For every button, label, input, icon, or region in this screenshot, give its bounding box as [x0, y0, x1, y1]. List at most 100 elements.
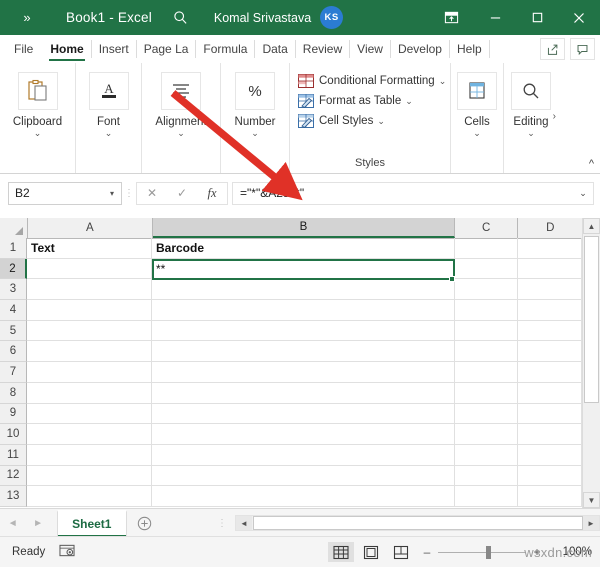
cell-b13[interactable] — [152, 486, 455, 507]
tab-data[interactable]: Data — [255, 35, 294, 63]
record-macro-button[interactable] — [59, 543, 75, 561]
column-header-a[interactable]: A — [27, 218, 153, 238]
page-layout-view-button[interactable] — [358, 542, 384, 562]
cancel-formula-button[interactable]: ✕ — [137, 186, 167, 200]
maximize-button[interactable] — [516, 0, 558, 35]
formula-bar-grip[interactable]: ⋮ — [122, 188, 136, 198]
cell-b8[interactable] — [152, 382, 455, 404]
cell-d12[interactable] — [518, 465, 582, 487]
cell-d11[interactable] — [518, 444, 582, 466]
chevron-down-icon[interactable]: ⌄ — [405, 96, 413, 107]
horizontal-scrollbar-thumb[interactable] — [253, 516, 583, 530]
zoom-out-button[interactable]: – — [418, 545, 436, 559]
quick-access-overflow-button[interactable]: » — [0, 0, 54, 35]
confirm-formula-button[interactable]: ✓ — [167, 186, 197, 200]
row-header-13[interactable]: 13 — [0, 486, 27, 507]
chevron-down-icon[interactable]: ⌄ — [251, 129, 259, 138]
avatar[interactable]: KS — [320, 6, 344, 29]
cell-c2[interactable] — [455, 258, 518, 280]
horizontal-scrollbar[interactable]: ◄ ► — [235, 515, 600, 531]
column-header-c[interactable]: C — [454, 218, 519, 238]
cell-d6[interactable] — [518, 341, 582, 363]
cells-button[interactable] — [457, 72, 497, 110]
tab-page-layout[interactable]: Page La — [137, 35, 196, 63]
cell-c1[interactable] — [455, 238, 518, 259]
cell-b12[interactable] — [152, 465, 455, 487]
tab-home[interactable]: Home — [43, 35, 90, 63]
page-break-view-button[interactable] — [388, 542, 414, 562]
cell-d3[interactable] — [518, 279, 582, 301]
comments-button[interactable] — [570, 38, 595, 60]
cell-b11[interactable] — [152, 444, 455, 466]
collapse-ribbon-button[interactable]: ^ — [589, 158, 594, 170]
row-header-11[interactable]: 11 — [0, 444, 27, 466]
row-header-8[interactable]: 8 — [0, 382, 27, 404]
cell-a2[interactable] — [27, 258, 152, 280]
ribbon-group-cells[interactable]: Cells ⌄ — [450, 63, 503, 173]
cell-d4[interactable] — [518, 300, 582, 321]
chevron-down-icon[interactable]: ⌄ — [439, 76, 447, 87]
editing-button[interactable] — [511, 72, 551, 110]
minimize-button[interactable] — [474, 0, 516, 35]
tab-insert[interactable]: Insert — [92, 35, 136, 63]
format-as-table-button[interactable]: Format as Table ⌄ — [298, 91, 413, 111]
cell-c4[interactable] — [455, 300, 518, 321]
cell-c12[interactable] — [455, 465, 518, 487]
row-header-5[interactable]: 5 — [0, 320, 27, 342]
row-header-4[interactable]: 4 — [0, 300, 27, 321]
font-button[interactable]: A — [88, 72, 129, 110]
scroll-down-button[interactable]: ▼ — [583, 492, 600, 508]
expand-formula-bar-button[interactable]: ⌄ — [573, 188, 593, 199]
scroll-up-button[interactable]: ▲ — [583, 218, 600, 234]
fill-handle[interactable] — [449, 275, 455, 282]
ribbon-group-font[interactable]: A Font ⌄ — [75, 63, 141, 173]
formula-input[interactable]: ="*"&A2&"*" ⌄ — [232, 181, 594, 205]
vertical-scrollbar-thumb[interactable] — [584, 236, 599, 403]
cell-c8[interactable] — [455, 382, 518, 404]
cell-a1[interactable]: Text — [27, 238, 152, 259]
tab-formulas[interactable]: Formula — [196, 35, 254, 63]
row-header-7[interactable]: 7 — [0, 362, 27, 383]
zoom-slider-thumb[interactable] — [486, 545, 491, 559]
cell-a10[interactable] — [27, 424, 152, 445]
cell-c11[interactable] — [455, 444, 518, 466]
cell-d1[interactable] — [518, 238, 582, 259]
chevron-down-icon[interactable]: ⌄ — [527, 129, 535, 138]
row-header-9[interactable]: 9 — [0, 403, 27, 425]
cell-a13[interactable] — [27, 486, 152, 507]
account-name[interactable]: Komal Srivastava — [214, 11, 311, 25]
cell-a3[interactable] — [27, 279, 152, 301]
column-header-d[interactable]: D — [518, 218, 583, 238]
cell-c7[interactable] — [455, 362, 518, 383]
sheet-bar-grip[interactable]: ⋮ — [217, 518, 227, 528]
vertical-scrollbar[interactable]: ▲ ▼ — [582, 218, 600, 508]
cell-b5[interactable] — [152, 320, 455, 342]
cell-c5[interactable] — [455, 320, 518, 342]
cell-b9[interactable] — [152, 403, 455, 425]
cell-d13[interactable] — [518, 486, 582, 507]
cell-c3[interactable] — [455, 279, 518, 301]
select-all-button[interactable] — [0, 218, 28, 238]
chevron-down-icon[interactable]: ⌄ — [34, 129, 42, 138]
cell-a5[interactable] — [27, 320, 152, 342]
cell-d7[interactable] — [518, 362, 582, 383]
tab-developer[interactable]: Develop — [391, 35, 449, 63]
cell-a4[interactable] — [27, 300, 152, 321]
cell-c13[interactable] — [455, 486, 518, 507]
row-header-6[interactable]: 6 — [0, 341, 27, 363]
cell-c10[interactable] — [455, 424, 518, 445]
sheet-tab-sheet1[interactable]: Sheet1 — [56, 509, 127, 537]
cell-b10[interactable] — [152, 424, 455, 445]
chevron-right-icon[interactable]: › — [553, 111, 556, 122]
cell-d2[interactable] — [518, 258, 582, 280]
add-sheet-button[interactable] — [127, 516, 162, 531]
chevron-down-icon[interactable]: ⌄ — [473, 129, 481, 138]
number-format-button[interactable]: % — [235, 72, 275, 110]
chevron-down-icon[interactable]: ▾ — [103, 189, 121, 198]
row-header-12[interactable]: 12 — [0, 465, 27, 487]
cell-styles-button[interactable]: Cell Styles ⌄ — [298, 111, 385, 131]
scroll-right-button[interactable]: ► — [583, 516, 599, 530]
previous-sheet-button[interactable]: ◄ — [0, 518, 25, 529]
close-button[interactable] — [558, 0, 600, 35]
cell-a7[interactable] — [27, 362, 152, 383]
